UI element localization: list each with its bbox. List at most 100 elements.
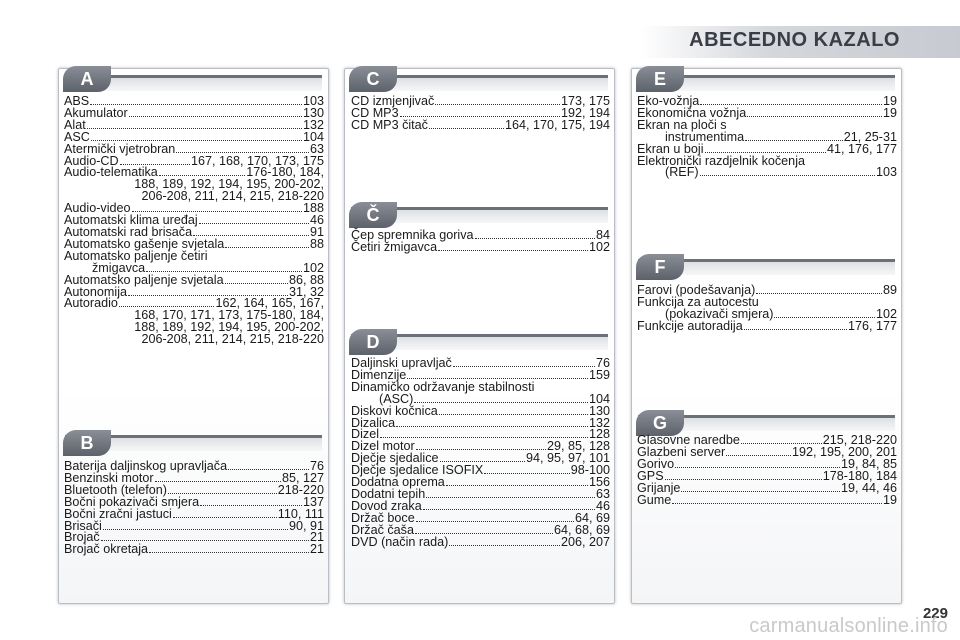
index-entry: Bočni zračni jastuci 110, 111	[64, 507, 324, 521]
dot-leader	[225, 240, 309, 248]
entry-label: Elektronički razdjelnik kočenja	[637, 153, 805, 168]
dot-leader	[422, 502, 595, 510]
section-d-entries: Daljinski upravljač 76 Dimenzije 159 Dinamič…	[351, 357, 610, 549]
dot-leader	[681, 484, 840, 492]
dot-leader	[119, 157, 190, 165]
index-entry: Grijanje 19, 44, 46	[637, 481, 897, 495]
entry-label: DVD (način rada)	[351, 534, 449, 549]
dot-leader	[128, 288, 288, 296]
dot-leader	[438, 243, 588, 251]
index-entry: CD MP3 čitač 164, 170, 175, 194	[351, 117, 610, 132]
dot-leader	[90, 133, 302, 141]
column-1-panel: A ABS 103 Akumulator 130 Alat 132 ASC 104 Atermi…	[58, 66, 329, 604]
index-entry: (REF) 103	[637, 165, 897, 180]
dot-leader	[407, 371, 588, 379]
dot-leader	[149, 545, 309, 554]
dot-leader	[415, 514, 574, 522]
dot-leader	[193, 228, 309, 236]
dot-leader	[396, 419, 588, 427]
entry-pages-continued: 206-208, 211, 214, 215, 218-220	[141, 332, 324, 347]
dot-leader	[700, 97, 882, 105]
dot-leader	[699, 168, 875, 177]
entry-pages: 164, 170, 175, 194	[504, 117, 610, 132]
entry-pages-continued: 206-208, 211, 214, 215, 218-220	[141, 189, 324, 204]
index-entry: Akumulator 130	[64, 107, 324, 120]
dot-leader	[90, 97, 302, 105]
dot-leader	[228, 462, 309, 470]
section-d-letter: D	[349, 329, 397, 355]
dot-leader	[102, 522, 288, 530]
page-title: ABECEDNO KAZALO	[689, 29, 900, 51]
index-entry: Četiri žmigavca 102	[351, 239, 610, 254]
entry-pages: 19	[882, 105, 897, 120]
dot-leader	[435, 97, 560, 105]
entry-pages: 41, 176, 177	[826, 141, 897, 156]
index-entry: Brojač okretaja 21	[64, 542, 324, 557]
entry-pages: 206, 207	[560, 534, 610, 549]
section-b-entries: Baterija daljinskog upravljača 76 Benzinsk…	[64, 460, 324, 557]
dot-leader	[726, 448, 791, 456]
dot-leader	[704, 145, 826, 153]
dot-leader	[675, 460, 840, 468]
index-entry: Funkcije autoradija 176, 177	[637, 318, 897, 333]
section-e-letter: E	[636, 66, 684, 92]
index-entry: DVD (način rada) 206, 207	[351, 534, 610, 549]
section-g-entries: Glasovne naredbe 215, 218-220 Glazbeni ser…	[637, 434, 897, 507]
entry-pages: 89	[882, 283, 897, 297]
entry-pages: 159	[588, 367, 610, 382]
dot-leader	[740, 436, 822, 444]
dot-leader	[452, 359, 595, 367]
dot-leader	[664, 472, 822, 480]
dot-leader	[415, 442, 546, 451]
dot-leader	[449, 538, 560, 546]
dot-leader	[399, 109, 560, 117]
dot-leader	[100, 533, 309, 542]
entry-label: Autoradio	[64, 296, 118, 311]
dot-leader	[128, 109, 302, 117]
dot-leader	[745, 133, 843, 141]
entry-pages: 88	[309, 236, 324, 251]
entry-label: Gume	[637, 492, 672, 507]
dot-leader	[176, 145, 309, 153]
dot-leader	[414, 395, 588, 403]
entry-label: Funkcije autoradija	[637, 318, 743, 333]
index-entry: Dizalica 132	[351, 416, 610, 430]
dot-leader	[198, 216, 309, 225]
entry-pages: 176, 177	[847, 318, 897, 333]
dot-leader	[415, 526, 553, 534]
index-entry: 206-208, 211, 214, 215, 218-220	[64, 332, 324, 347]
dot-leader	[747, 109, 882, 117]
dot-leader	[86, 121, 302, 129]
entry-pages: 19	[882, 492, 897, 507]
section-c-letter: C	[349, 66, 397, 92]
dot-leader	[426, 490, 595, 498]
entry-pages: 21	[309, 542, 324, 557]
section-a-entries: ABS 103 Akumulator 130 Alat 132 ASC 104 Atermičk…	[64, 95, 324, 347]
dot-leader	[774, 310, 875, 318]
entry-label: (REF)	[665, 165, 699, 180]
entry-label: Brojač okretaja	[64, 542, 148, 557]
dot-leader	[167, 486, 277, 494]
dot-leader	[428, 121, 504, 129]
dot-leader	[158, 168, 246, 177]
section-c-entries: CD izmjenjivač 173, 175 CD MP3 192, 194 CD M…	[351, 95, 610, 132]
column-2-panel: C CD izmjenjivač 173, 175 CD MP3 192, 194 CD…	[344, 66, 615, 604]
dot-leader	[172, 510, 277, 518]
dot-leader	[224, 276, 288, 284]
dot-leader	[672, 496, 882, 504]
index-entry: Brisači 90, 91	[64, 519, 324, 533]
dot-leader	[743, 322, 847, 330]
dot-leader	[200, 498, 302, 506]
dot-leader	[118, 299, 215, 308]
column-3-panel: E Eko-vožnja 19 Ekonomična vožnja 19 Ekran n…	[631, 66, 902, 604]
index-entry: Gume 19	[637, 492, 897, 507]
dot-leader	[445, 478, 588, 487]
section-cc-letter: Č	[349, 202, 397, 228]
entry-label: Četiri žmigavca	[351, 239, 438, 254]
dot-leader	[474, 231, 595, 239]
entry-label: CD MP3 čitač	[351, 117, 428, 132]
dot-leader	[154, 474, 281, 482]
entry-pages: 103	[875, 165, 897, 180]
dot-leader	[484, 466, 570, 475]
watermark-text: carmanualsonline.info	[749, 615, 948, 637]
